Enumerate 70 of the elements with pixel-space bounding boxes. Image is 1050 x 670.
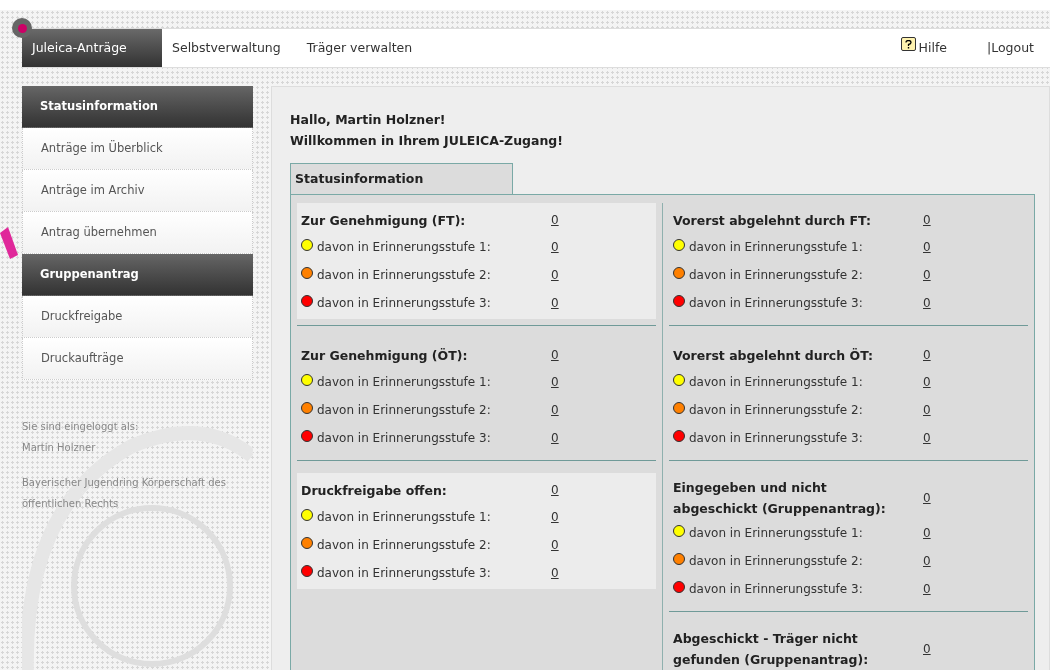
welcome-text: Willkommen in Ihrem JULEICA-Zugang! xyxy=(290,132,564,150)
row-label: davon in Erinnerungsstufe 2: xyxy=(689,553,864,570)
logout-link[interactable]: |Logout xyxy=(987,38,1034,58)
nav-tab[interactable]: Selbstverwaltung xyxy=(162,29,291,67)
count-link[interactable]: 0 xyxy=(923,580,931,598)
row-label: davon in Erinnerungsstufe 1: xyxy=(689,239,864,256)
row-label: davon in Erinnerungsstufe 3: xyxy=(689,430,864,447)
help-icon xyxy=(900,37,916,51)
row-label: davon in Erinnerungsstufe 1: xyxy=(689,525,864,542)
count-link[interactable]: 0 xyxy=(551,481,559,499)
count-link[interactable]: 0 xyxy=(923,373,931,391)
login-label: Sie sind eingeloggt als: xyxy=(22,420,140,434)
count-link[interactable]: 0 xyxy=(551,536,559,554)
count-link[interactable]: 0 xyxy=(923,640,931,658)
greeting-text: Hallo, Martin Holzner! xyxy=(290,111,447,129)
section-title: Abgeschickt - Träger nicht gefunden (Gruppenantrag): xyxy=(673,630,870,669)
row-label: davon in Erinnerungsstufe 2: xyxy=(689,402,864,419)
count-link[interactable]: 0 xyxy=(923,266,931,284)
row-label: davon in Erinnerungsstufe 3: xyxy=(317,295,492,312)
section-title: Eingegeben und nicht abgeschickt (Gruppenantrag): xyxy=(673,479,887,518)
count-link[interactable]: 0 xyxy=(923,429,931,447)
count-link[interactable]: 0 xyxy=(551,346,559,364)
count-link[interactable]: 0 xyxy=(923,489,931,507)
sidebar-item[interactable]: Statusinformation xyxy=(22,86,253,128)
count-link[interactable]: 0 xyxy=(923,401,931,419)
count-link[interactable]: 0 xyxy=(551,564,559,582)
row-label: davon in Erinnerungsstufe 1: xyxy=(317,239,492,256)
row-label: davon in Erinnerungsstufe 2: xyxy=(689,267,864,284)
count-link[interactable]: 0 xyxy=(551,429,559,447)
count-link[interactable]: 0 xyxy=(923,211,931,229)
row-label: davon in Erinnerungsstufe 1: xyxy=(317,374,492,391)
row-label: davon in Erinnerungsstufe 3: xyxy=(689,581,864,598)
row-label: davon in Erinnerungsstufe 3: xyxy=(689,295,864,312)
sidebar-item[interactable]: Antrag übernehmen xyxy=(22,212,253,254)
row-label: davon in Erinnerungsstufe 1: xyxy=(317,509,492,526)
count-link[interactable]: 0 xyxy=(923,238,931,256)
sidebar-item[interactable]: Anträge im Überblick xyxy=(22,128,253,170)
section-title: Vorerst abgelehnt durch FT: xyxy=(673,211,872,230)
count-link[interactable]: 0 xyxy=(551,401,559,419)
section-title: Zur Genehmigung (FT): xyxy=(301,211,467,230)
count-link[interactable]: 0 xyxy=(551,373,559,391)
help-link[interactable]: Hilfe xyxy=(918,38,947,58)
logo-icon xyxy=(12,18,32,38)
count-link[interactable]: 0 xyxy=(551,211,559,229)
count-link[interactable]: 0 xyxy=(923,552,931,570)
section-title: Zur Genehmigung (ÖT): xyxy=(301,346,469,365)
nav-tab[interactable]: Juleica-Anträge xyxy=(22,29,162,67)
count-link[interactable]: 0 xyxy=(923,294,931,312)
sidebar-item[interactable]: Druckaufträge xyxy=(22,338,253,380)
count-link[interactable]: 0 xyxy=(551,294,559,312)
row-label: davon in Erinnerungsstufe 2: xyxy=(317,267,492,284)
section-title: Vorerst abgelehnt durch ÖT: xyxy=(673,346,874,365)
nav-tab[interactable]: Träger verwalten xyxy=(296,29,423,67)
sidebar-item[interactable]: Gruppenantrag xyxy=(22,254,253,296)
count-link[interactable]: 0 xyxy=(923,346,931,364)
status-tab[interactable]: Statusinformation xyxy=(290,163,513,194)
count-link[interactable]: 0 xyxy=(551,266,559,284)
section-title: Druckfreigabe offen: xyxy=(301,481,448,500)
sidebar-item[interactable]: Druckfreigabe xyxy=(22,296,253,338)
row-label: davon in Erinnerungsstufe 3: xyxy=(317,565,492,582)
organization-text: Bayerischer Jugendring Körperschaft des öffentlichen Rechts xyxy=(22,476,227,511)
sidebar-item[interactable]: Anträge im Archiv xyxy=(22,170,253,212)
row-label: davon in Erinnerungsstufe 1: xyxy=(689,374,864,391)
row-label: davon in Erinnerungsstufe 2: xyxy=(317,537,492,554)
count-link[interactable]: 0 xyxy=(551,238,559,256)
count-link[interactable]: 0 xyxy=(923,524,931,542)
row-label: davon in Erinnerungsstufe 2: xyxy=(317,402,492,419)
user-name: Martin Holzner xyxy=(22,441,97,455)
row-label: davon in Erinnerungsstufe 3: xyxy=(317,430,492,447)
count-link[interactable]: 0 xyxy=(551,508,559,526)
